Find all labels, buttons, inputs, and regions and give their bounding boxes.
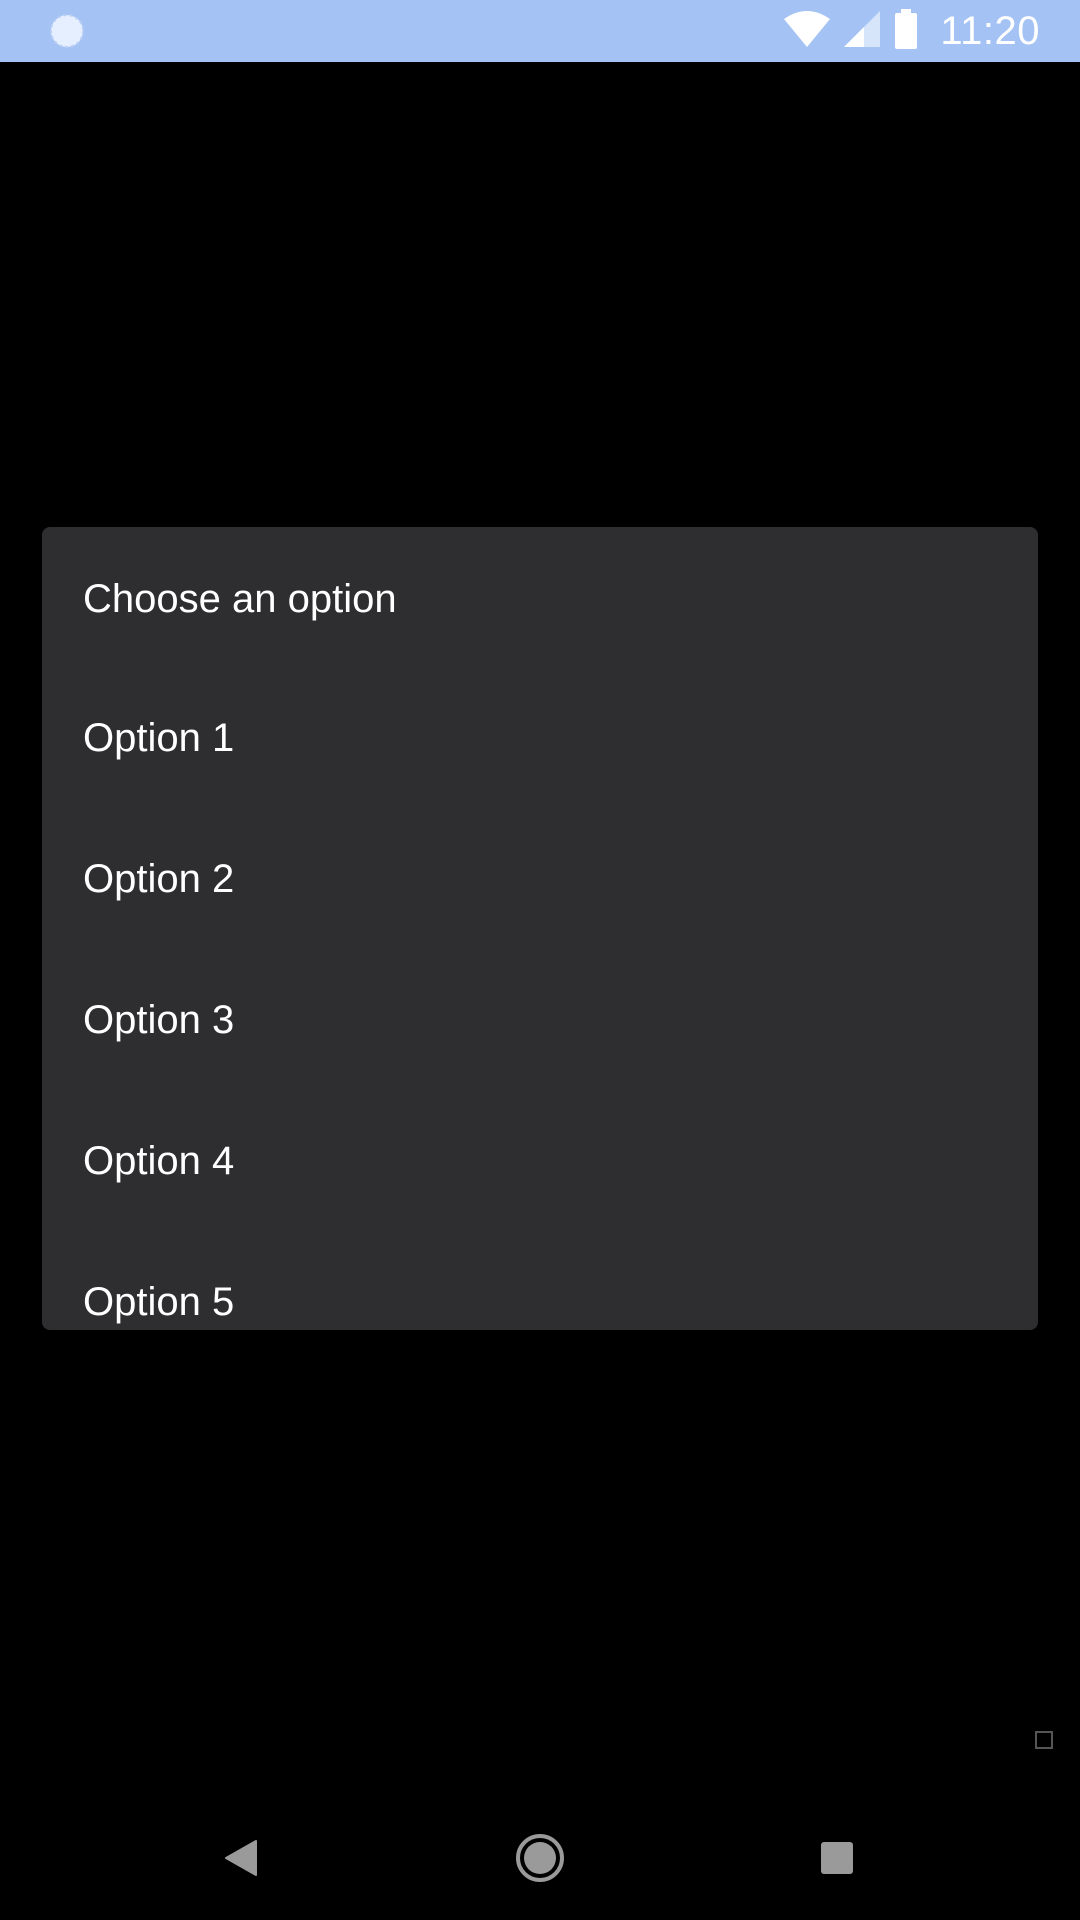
recents-icon <box>819 1840 855 1881</box>
home-icon <box>514 1832 566 1889</box>
dialog-title: Choose an option <box>83 577 397 621</box>
option-item-4[interactable]: Option 4 <box>42 1091 1038 1232</box>
status-icons: 11:20 <box>784 0 1040 62</box>
back-button[interactable] <box>211 1830 271 1890</box>
option-label: Option 2 <box>83 857 235 901</box>
back-icon <box>224 1839 258 1882</box>
corner-square-icon <box>1035 1731 1053 1749</box>
cell-signal-icon <box>844 10 881 52</box>
dialog-header: Choose an option <box>42 527 1038 668</box>
battery-icon <box>894 8 918 54</box>
option-item-5[interactable]: Option 5 <box>42 1232 1038 1330</box>
option-item-3[interactable]: Option 3 <box>42 950 1038 1091</box>
option-label: Option 5 <box>83 1280 235 1324</box>
option-dialog: Choose an option Option 1 Option 2 Optio… <box>42 527 1038 1330</box>
loading-circle-icon <box>48 12 86 50</box>
option-label: Option 1 <box>83 716 235 760</box>
recents-button[interactable] <box>807 1830 867 1890</box>
clock: 11:20 <box>940 8 1040 53</box>
option-item-1[interactable]: Option 1 <box>42 668 1038 809</box>
option-item-2[interactable]: Option 2 <box>42 809 1038 950</box>
status-bar: 11:20 <box>0 0 1080 62</box>
option-label: Option 4 <box>83 1139 235 1183</box>
wifi-icon <box>784 10 831 52</box>
home-button[interactable] <box>510 1830 570 1890</box>
option-label: Option 3 <box>83 998 235 1042</box>
navigation-bar <box>0 1800 1080 1920</box>
